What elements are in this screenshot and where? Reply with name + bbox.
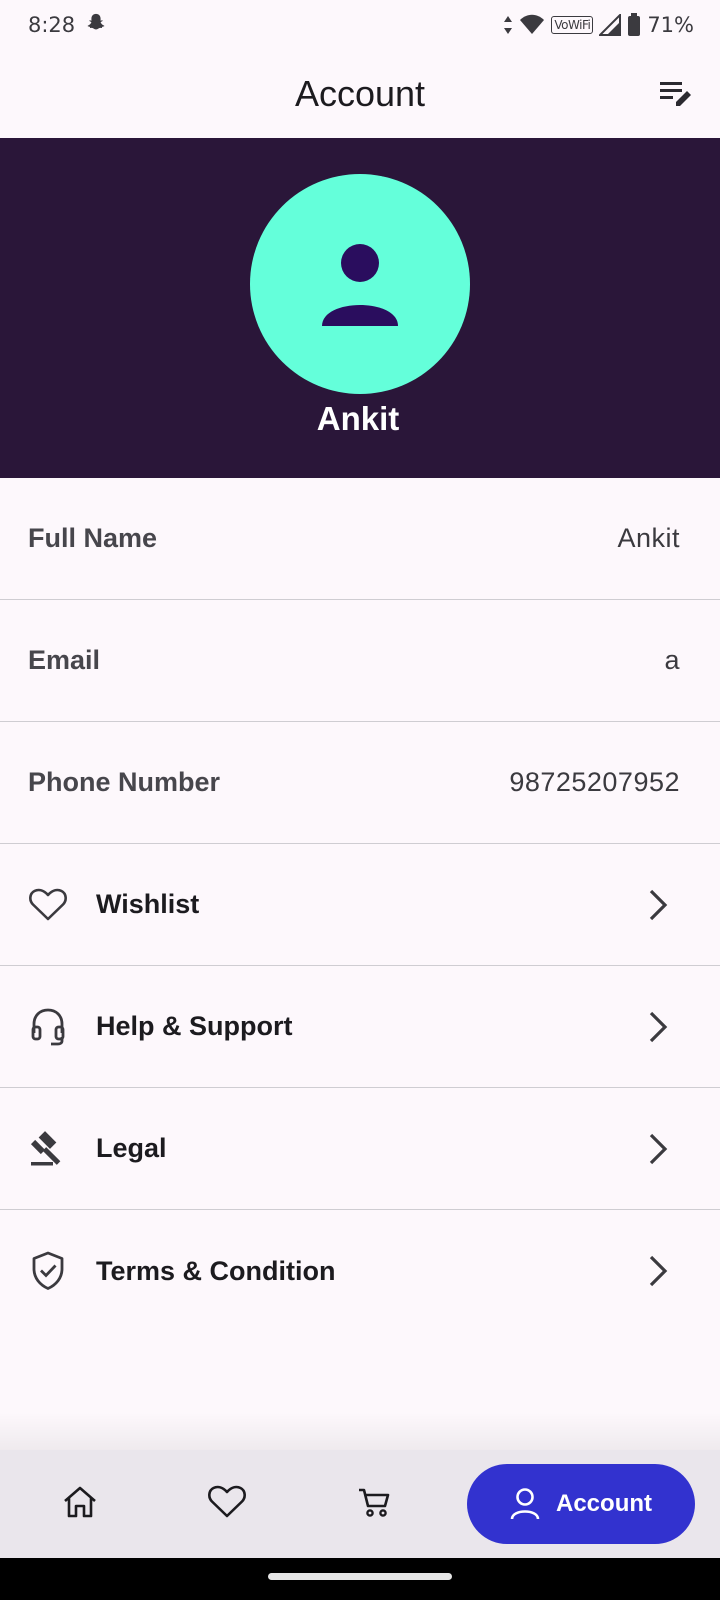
cart-icon <box>359 1488 390 1517</box>
full-name-row: Full Name Ankit <box>0 478 720 600</box>
nav-account-active[interactable]: Account <box>467 1464 695 1544</box>
system-gesture-bar <box>0 1558 720 1600</box>
terms-row[interactable]: Terms & Condition <box>0 1210 720 1332</box>
email-value: a <box>664 645 680 675</box>
home-gesture-handle[interactable] <box>268 1573 452 1580</box>
person-icon <box>322 244 398 326</box>
account-details-list: Full Name Ankit Email a Phone Number 987… <box>0 478 720 1332</box>
edit-list-icon <box>660 82 691 106</box>
status-time: 8:28 <box>28 13 76 37</box>
help-support-row[interactable]: Help & Support <box>0 966 720 1088</box>
avatar[interactable] <box>250 174 470 394</box>
profile-header: Ankit <box>0 138 720 478</box>
phone-row: Phone Number 98725207952 <box>0 722 720 844</box>
battery-icon <box>627 13 641 37</box>
data-arrows-icon <box>503 15 513 35</box>
snapchat-icon <box>85 12 107 39</box>
nav-wishlist[interactable] <box>197 1472 257 1532</box>
nav-home[interactable] <box>50 1472 110 1532</box>
home-icon <box>64 1486 96 1518</box>
person-outline-icon <box>510 1488 540 1520</box>
wishlist-label: Wishlist <box>96 889 200 919</box>
full-name-value: Ankit <box>617 523 680 553</box>
help-support-label: Help & Support <box>96 1011 293 1041</box>
shield-check-icon <box>28 1251 68 1291</box>
terms-label: Terms & Condition <box>96 1255 336 1286</box>
page-title: Account <box>294 73 426 114</box>
phone-label: Phone Number <box>28 767 221 797</box>
full-name-label: Full Name <box>28 523 158 553</box>
bottom-nav-shadow <box>0 1412 720 1452</box>
chevron-right-icon <box>640 1131 676 1167</box>
status-bar: 8:28 VoWiFi 71% <box>0 0 720 50</box>
battery-percent: 71% <box>647 13 694 37</box>
vowifi-badge: VoWiFi <box>551 16 594 34</box>
email-row: Email a <box>0 600 720 722</box>
legal-row[interactable]: Legal <box>0 1088 720 1210</box>
app-bar: Account <box>0 50 720 138</box>
phone-value: 98725207952 <box>509 767 680 797</box>
chevron-right-icon <box>640 1253 676 1289</box>
heart-icon <box>208 1485 246 1518</box>
chevron-right-icon <box>640 1009 676 1045</box>
nav-cart[interactable] <box>344 1472 404 1532</box>
edit-profile-button[interactable] <box>654 72 698 116</box>
heart-icon <box>28 885 68 925</box>
legal-label: Legal <box>96 1133 167 1163</box>
chevron-right-icon <box>640 887 676 923</box>
headset-icon <box>28 1007 68 1047</box>
email-label: Email <box>28 645 101 675</box>
nav-account-label: Account <box>556 1490 652 1517</box>
bottom-nav: Account <box>0 1450 720 1558</box>
wifi-icon <box>519 14 545 36</box>
wishlist-row[interactable]: Wishlist <box>0 844 720 966</box>
signal-icon <box>599 14 622 36</box>
gavel-icon <box>28 1129 68 1169</box>
profile-name: Ankit <box>316 400 400 437</box>
